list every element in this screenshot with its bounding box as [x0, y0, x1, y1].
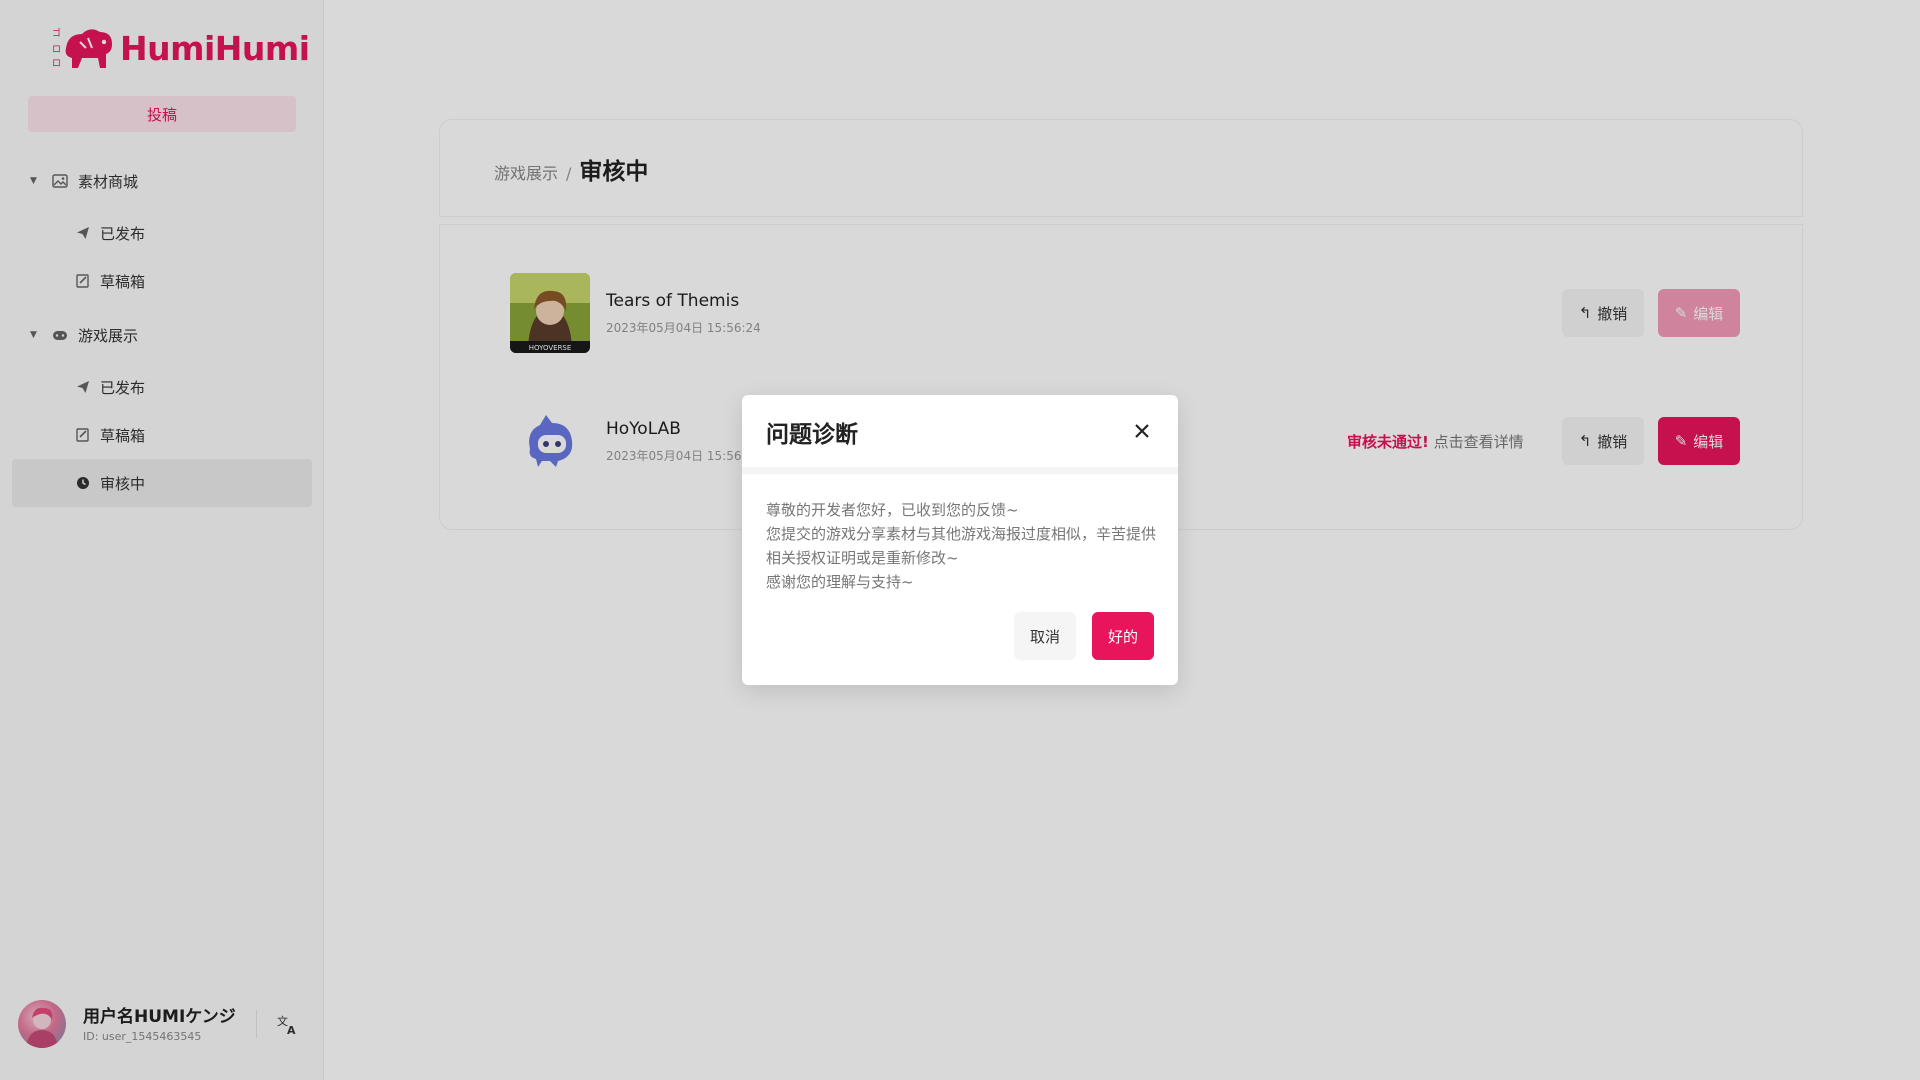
close-icon[interactable] — [1128, 417, 1156, 445]
ok-button[interactable]: 好的 — [1092, 612, 1154, 660]
diagnosis-dialog: 问题诊断 尊敬的开发者您好，已收到您的反馈~ 您提交的游戏分享素材与其他游戏海报… — [742, 395, 1178, 685]
dialog-line: 感谢您的理解与支持~ — [766, 573, 914, 591]
cancel-button[interactable]: 取消 — [1014, 612, 1076, 660]
dialog-title: 问题诊断 — [766, 422, 858, 448]
dialog-message: 尊敬的开发者您好，已收到您的反馈~ 您提交的游戏分享素材与其他游戏海报过度相似，… — [766, 498, 1158, 594]
divider — [742, 467, 1178, 474]
dialog-line: 尊敬的开发者您好，已收到您的反馈~ — [766, 501, 1019, 519]
dialog-line: 您提交的游戏分享素材与其他游戏海报过度相似，辛苦提供相关授权证明或是重新修改~ — [766, 525, 1157, 567]
